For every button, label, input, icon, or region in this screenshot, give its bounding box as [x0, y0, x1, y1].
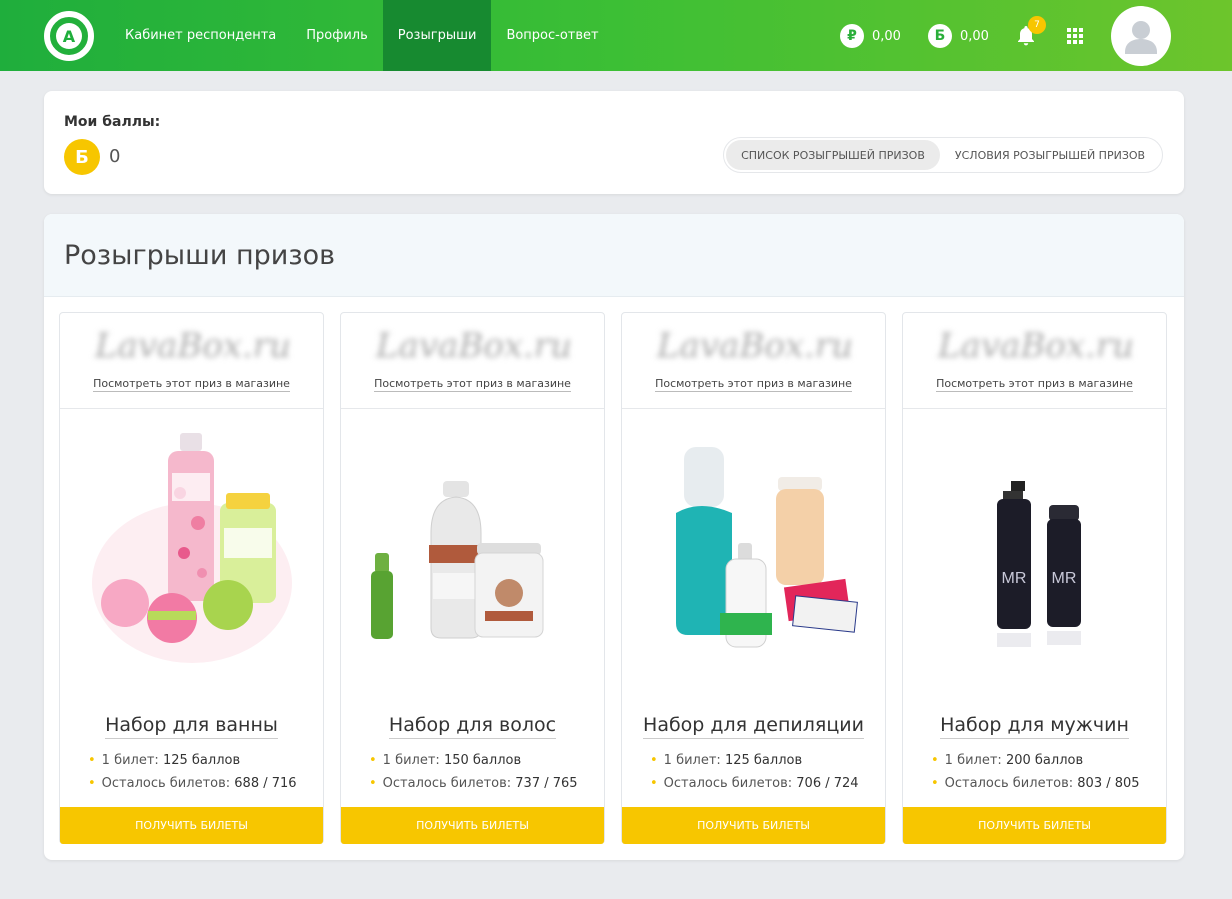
tickets-left-label: Осталось билетов:: [944, 776, 1074, 791]
bonus-balance[interactable]: Б 0,00: [928, 23, 989, 49]
ticket-price: • 1 билет: 200 баллов: [931, 753, 1083, 768]
divider: [903, 408, 1166, 409]
rub-balance-value: 0,00: [872, 28, 901, 44]
prize-card: LavaBox.ru Посмотреть этот приз в магази…: [621, 312, 886, 844]
logo-letter: A: [56, 23, 82, 49]
view-in-shop-link[interactable]: Посмотреть этот приз в магазине: [93, 377, 290, 392]
prize-name[interactable]: Набор для ванны: [105, 714, 278, 739]
bullet-icon: •: [931, 776, 939, 791]
ticket-price-value: 125 баллов: [724, 753, 803, 768]
main-nav: Кабинет респондента Профиль Розыгрыши Во…: [110, 0, 614, 71]
prize-name[interactable]: Набор для депиляции: [643, 714, 864, 739]
prize-name[interactable]: Набор для волос: [388, 714, 557, 739]
shop-logo: LavaBox.ru: [938, 326, 1134, 366]
nav-item-profile[interactable]: Профиль: [291, 0, 383, 71]
bullet-icon: •: [931, 753, 939, 768]
tickets-left-label: Осталось билетов:: [101, 776, 231, 791]
ticket-price: • 1 билет: 125 баллов: [88, 753, 240, 768]
bullet-icon: •: [88, 776, 96, 791]
ruble-icon: ₽: [840, 24, 864, 48]
bullet-icon: •: [369, 753, 377, 768]
top-bar: A Кабинет респондента Профиль Розыгрыши …: [0, 0, 1232, 71]
ticket-price: • 1 билет: 150 баллов: [369, 753, 521, 768]
divider: [622, 408, 885, 409]
hair-set-image: [371, 481, 544, 639]
prize-name[interactable]: Набор для мужчин: [940, 714, 1129, 739]
bath-set-image: [92, 433, 292, 663]
logo-icon[interactable]: A: [44, 11, 94, 61]
nav-item-faq[interactable]: Вопрос-ответ: [491, 0, 613, 71]
ticket-price-value: 150 баллов: [443, 753, 522, 768]
my-points-title: Мои баллы:: [64, 114, 161, 130]
tab-raffle-list[interactable]: СПИСОК РОЗЫГРЫШЕЙ ПРИЗОВ: [726, 140, 940, 170]
avatar[interactable]: [1111, 6, 1171, 66]
ticket-price-label: 1 билет:: [382, 753, 440, 768]
shop-logo: LavaBox.ru: [657, 326, 853, 366]
view-in-shop-link[interactable]: Посмотреть этот приз в магазине: [936, 377, 1133, 392]
points-value: 0: [109, 146, 121, 167]
divider: [341, 408, 604, 409]
prize-card: LavaBox.ru Посмотреть этот приз в магази…: [59, 312, 324, 844]
my-points-card: Мои баллы: Б 0 СПИСОК РОЗЫГРЫШЕЙ ПРИЗОВ …: [44, 91, 1184, 194]
tickets-left: • Осталось билетов: 688 / 716: [88, 776, 297, 791]
ticket-price-label: 1 билет:: [663, 753, 721, 768]
tickets-left-value: 803 / 805: [1077, 776, 1140, 791]
bullet-icon: •: [650, 753, 658, 768]
notifications-badge: 7: [1028, 16, 1046, 34]
rub-balance[interactable]: ₽ 0,00: [840, 23, 901, 49]
ticket-price-value: 200 баллов: [1005, 753, 1084, 768]
shop-logo: LavaBox.ru: [95, 326, 291, 366]
bonus-coin-icon: Б: [928, 24, 952, 48]
tickets-left: • Осталось билетов: 737 / 765: [369, 776, 578, 791]
view-in-shop-link[interactable]: Посмотреть этот приз в магазине: [374, 377, 571, 392]
raffle-view-toggle: СПИСОК РОЗЫГРЫШЕЙ ПРИЗОВ УСЛОВИЯ РОЗЫГРЫ…: [723, 137, 1163, 173]
get-tickets-button[interactable]: ПОЛУЧИТЬ БИЛЕТЫ: [622, 807, 885, 844]
tickets-left-value: 706 / 724: [796, 776, 859, 791]
ticket-price-label: 1 билет:: [101, 753, 159, 768]
prize-card: LavaBox.ru Посмотреть этот приз в магази…: [902, 312, 1167, 844]
tickets-left: • Осталось билетов: 706 / 724: [650, 776, 859, 791]
tickets-left-label: Осталось билетов:: [382, 776, 512, 791]
nav-item-respondent-cabinet[interactable]: Кабинет респондента: [110, 0, 291, 71]
tickets-left-value: 688 / 716: [234, 776, 297, 791]
user-icon: [1125, 21, 1157, 54]
ticket-price-label: 1 билет:: [944, 753, 1002, 768]
page-title: Розыгрыши призов: [64, 240, 336, 271]
svg-text:MR: MR: [1002, 570, 1027, 587]
apps-grid-icon[interactable]: [1067, 28, 1083, 44]
nav-item-raffles[interactable]: Розыгрыши: [382, 0, 492, 71]
tickets-left-label: Осталось билетов:: [663, 776, 793, 791]
view-in-shop-link[interactable]: Посмотреть этот приз в магазине: [655, 377, 852, 392]
svg-text:MR: MR: [1052, 570, 1077, 587]
bullet-icon: •: [88, 753, 96, 768]
divider: [60, 408, 323, 409]
get-tickets-button[interactable]: ПОЛУЧИТЬ БИЛЕТЫ: [60, 807, 323, 844]
bonus-balance-value: 0,00: [960, 28, 989, 44]
ticket-price-value: 125 баллов: [162, 753, 241, 768]
shop-logo: LavaBox.ru: [376, 326, 572, 366]
tickets-left-value: 737 / 765: [515, 776, 578, 791]
bullet-icon: •: [369, 776, 377, 791]
tickets-left: • Осталось билетов: 803 / 805: [931, 776, 1140, 791]
points-coin-icon: Б: [64, 139, 100, 175]
prize-card: LavaBox.ru Посмотреть этот приз в магази…: [340, 312, 605, 844]
tab-raffle-conditions[interactable]: УСЛОВИЯ РОЗЫГРЫШЕЙ ПРИЗОВ: [940, 140, 1160, 170]
prizes-card: Розыгрыши призов LavaBox.ru Посмотреть э…: [44, 214, 1184, 860]
men-set-image: MR MR: [997, 481, 1081, 647]
bullet-icon: •: [650, 776, 658, 791]
get-tickets-button[interactable]: ПОЛУЧИТЬ БИЛЕТЫ: [341, 807, 604, 844]
depilation-set-image: [676, 447, 858, 648]
get-tickets-button[interactable]: ПОЛУЧИТЬ БИЛЕТЫ: [903, 807, 1166, 844]
ticket-price: • 1 билет: 125 баллов: [650, 753, 802, 768]
